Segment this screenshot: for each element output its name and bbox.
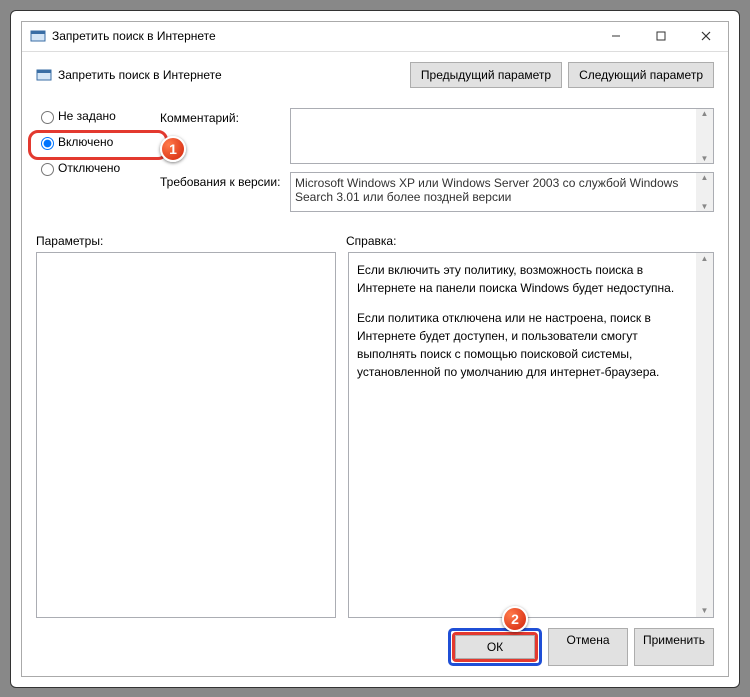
titlebar: Запретить поиск в Интернете xyxy=(22,22,728,52)
close-button[interactable] xyxy=(683,21,728,51)
annotation-highlight-2: ОК xyxy=(448,628,542,666)
supported-label: Требования к версии: xyxy=(160,172,290,212)
radio-disabled[interactable]: Отключено xyxy=(36,160,146,176)
annotation-badge-1: 1 xyxy=(160,136,186,162)
policy-name: Запретить поиск в Интернете xyxy=(58,68,404,82)
supported-value: Microsoft Windows XP или Windows Server … xyxy=(295,176,678,204)
radio-disabled-label: Отключено xyxy=(58,161,120,175)
help-paragraph-2: Если политика отключена или не настроена… xyxy=(357,309,693,381)
policy-icon xyxy=(30,28,46,44)
options-label: Параметры: xyxy=(36,234,346,248)
help-paragraph-1: Если включить эту политику, возможность … xyxy=(357,261,693,297)
supported-scrollbar[interactable]: ▲▼ xyxy=(696,173,713,211)
radio-not-configured[interactable]: Не задано xyxy=(36,108,146,124)
help-scrollbar[interactable]: ▲▼ xyxy=(696,253,713,617)
radio-not-configured-input[interactable] xyxy=(41,111,54,124)
radio-enabled-label: Включено xyxy=(58,135,113,149)
annotation-badge-2: 2 xyxy=(502,606,528,632)
radio-not-configured-label: Не задано xyxy=(58,109,116,123)
dialog-window: Запретить поиск в Интернете Запретить по… xyxy=(21,21,729,677)
options-panel xyxy=(36,252,336,618)
cancel-button[interactable]: Отмена xyxy=(548,628,628,666)
maximize-button[interactable] xyxy=(638,21,683,51)
window-title: Запретить поиск в Интернете xyxy=(52,29,593,43)
comment-scrollbar[interactable]: ▲▼ xyxy=(696,109,713,163)
help-label: Справка: xyxy=(346,234,396,248)
help-panel: Если включить эту политику, возможность … xyxy=(348,252,714,618)
minimize-button[interactable] xyxy=(593,21,638,51)
radio-enabled[interactable]: Включено xyxy=(36,134,146,150)
radio-disabled-input[interactable] xyxy=(41,163,54,176)
previous-setting-button[interactable]: Предыдущий параметр xyxy=(410,62,562,88)
policy-header-icon xyxy=(36,67,52,83)
state-radio-group: Не задано Включено Отключено 1 xyxy=(36,108,146,220)
ok-button[interactable]: ОК xyxy=(455,635,535,659)
radio-enabled-input[interactable] xyxy=(41,137,54,150)
apply-button[interactable]: Применить xyxy=(634,628,714,666)
supported-textbox: Microsoft Windows XP или Windows Server … xyxy=(290,172,714,212)
comment-textbox[interactable]: ▲▼ xyxy=(290,108,714,164)
next-setting-button[interactable]: Следующий параметр xyxy=(568,62,714,88)
